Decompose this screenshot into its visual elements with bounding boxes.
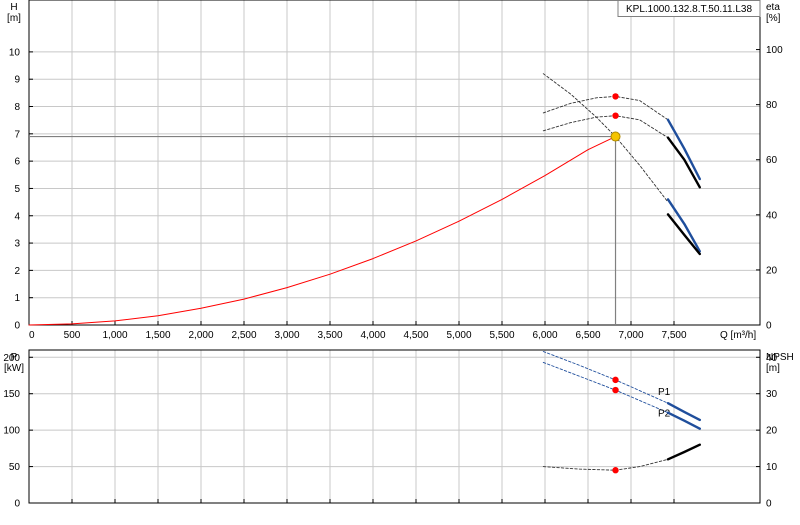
x-axis-tick-label: 0 [29,330,35,341]
left-axis-unit: [kW] [4,363,24,374]
left-axis-label: P [11,352,18,363]
plot-frame [28,349,761,504]
eta-blue-line [666,118,701,181]
x-axis-tick-label: 3,500 [317,330,342,341]
right-axis-tick-label: 10 [766,462,778,473]
right-axis-label: NPSH [766,352,794,363]
x-axis-tick-label: 6,000 [532,330,557,341]
left-axis-tick-label: 5 [14,184,20,195]
right-axis-unit: [%] [766,13,781,24]
right-axis-tick-label: 100 [766,45,783,56]
x-axis-tick-label: 7,000 [618,330,643,341]
npsh-solid-line [666,443,701,461]
right-axis-tick-label: 0 [766,499,772,510]
left-axis-tick-label: 2 [14,266,20,277]
x-axis-tick-label: 1,500 [145,330,170,341]
left-axis-tick-label: 7 [14,129,20,140]
x-axis-tick-label: 500 [64,330,81,341]
plot-frame [28,0,761,326]
duty-point-marker [612,93,619,100]
left-axis-tick-label: 3 [14,239,20,250]
duty-point-marker [612,376,619,384]
pump-head-black-line [666,213,701,256]
p1-dashed-line [542,351,669,404]
left-axis-tick-label: 1 [14,293,20,304]
right-axis-unit: [m] [766,363,780,374]
pump-head-dashed-line [542,73,669,203]
duty-point-marker [612,112,619,119]
p2-solid-line [666,411,701,430]
duty-point-marker [612,386,619,394]
x-axis-tick-label: 7,500 [661,330,686,341]
right-axis-tick-label: 80 [766,100,778,111]
npsh-dashed-line [542,458,669,471]
right-axis-tick-label: 30 [766,389,778,400]
x-axis-tick-label: 2,500 [231,330,256,341]
pump-curve-figure: 0 1 2 3 4 5 6 7 8 9 10 0 20 40 60 80 100 H [m] eta [%] 0 500 1,… [0,0,800,520]
system-curve-line [28,136,616,326]
left-axis-tick-label: 50 [9,462,21,473]
x-axis-tick-label: 4,500 [403,330,428,341]
left-axis-tick-label: 10 [9,47,21,58]
right-axis-tick-label: 20 [766,265,778,276]
right-axis-tick-label: 60 [766,155,778,166]
x-axis-tick-label: 5,000 [446,330,471,341]
x-axis-tick-label: 3,000 [274,330,299,341]
right-axis-tick-label: 0 [766,321,772,332]
right-axis-tick-label: 20 [766,426,778,437]
operating-point-marker [610,131,621,142]
series-label-p1: P1 [658,387,671,398]
left-axis-unit: [m] [7,13,21,24]
x-axis-tick-label: 1,000 [102,330,127,341]
x-axis-tick-label: 6,500 [575,330,600,341]
left-axis-tick-label: 6 [14,157,20,168]
left-axis-tick-label: 4 [14,211,20,222]
eta-black-line [666,136,701,189]
x-axis-tick-label: 5,500 [489,330,514,341]
left-axis-label: H [10,2,17,13]
x-axis-tick-label: 4,000 [360,330,385,341]
left-axis-tick-label: 8 [14,102,20,113]
right-axis-label: eta [766,2,780,13]
left-axis-tick-label: 150 [3,389,20,400]
pump-curve-chart: 012345678910020406080100H[m]eta[%]0 500 1,… [3,0,794,510]
p2-dashed-line [542,361,669,414]
x-axis-tick-label: 2,000 [188,330,213,341]
left-axis-tick-label: 0 [14,321,20,332]
p1-solid-line [666,402,701,422]
left-axis-tick-label: 0 [14,499,20,510]
x-axis-label: Q [m³/h] [720,330,756,341]
left-axis-tick-label: 100 [3,426,20,437]
right-axis-tick-label: 40 [766,210,778,221]
duty-point-marker [612,467,619,474]
left-axis-tick-label: 9 [14,75,20,86]
chart-title: KPL.1000.132.8.T.50.11.L38 [626,4,752,15]
